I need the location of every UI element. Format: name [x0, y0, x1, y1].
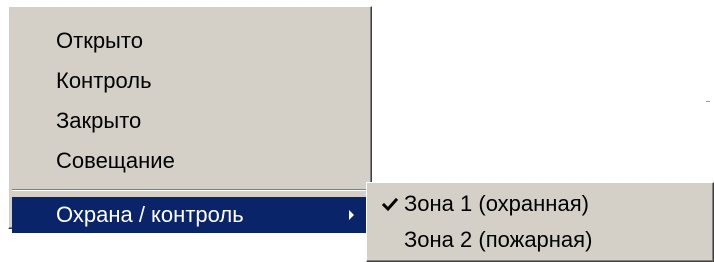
menu-item-label: Охрана / контроль	[56, 202, 244, 227]
menu-item-closed[interactable]: Закрыто	[12, 101, 368, 141]
checkmark-icon	[381, 197, 399, 212]
context-menu: Открыто Контроль Закрыто Совещание Охран…	[8, 6, 372, 233]
stray-dash	[706, 101, 710, 102]
submenu-arrow-icon	[349, 210, 354, 220]
menu-item-label: Совещание	[56, 148, 175, 173]
menu-item-label: Закрыто	[56, 108, 142, 133]
menu-item-meeting[interactable]: Совещание	[12, 141, 368, 181]
menu-item-guard-control[interactable]: Охрана / контроль	[12, 197, 368, 233]
zone-submenu: Зона 1 (охранная) Зона 2 (пожарная)	[366, 182, 714, 262]
menu-item-open[interactable]: Открыто	[12, 21, 368, 61]
submenu-item-zone-2[interactable]: Зона 2 (пожарная)	[370, 222, 710, 258]
menu-separator	[12, 189, 368, 191]
menu-item-label: Контроль	[56, 68, 152, 93]
submenu-item-label: Зона 2 (пожарная)	[404, 227, 593, 252]
submenu-item-zone-1[interactable]: Зона 1 (охранная)	[370, 186, 710, 222]
menu-item-control[interactable]: Контроль	[12, 61, 368, 101]
menu-item-label: Открыто	[56, 28, 143, 53]
submenu-item-label: Зона 1 (охранная)	[404, 191, 589, 216]
